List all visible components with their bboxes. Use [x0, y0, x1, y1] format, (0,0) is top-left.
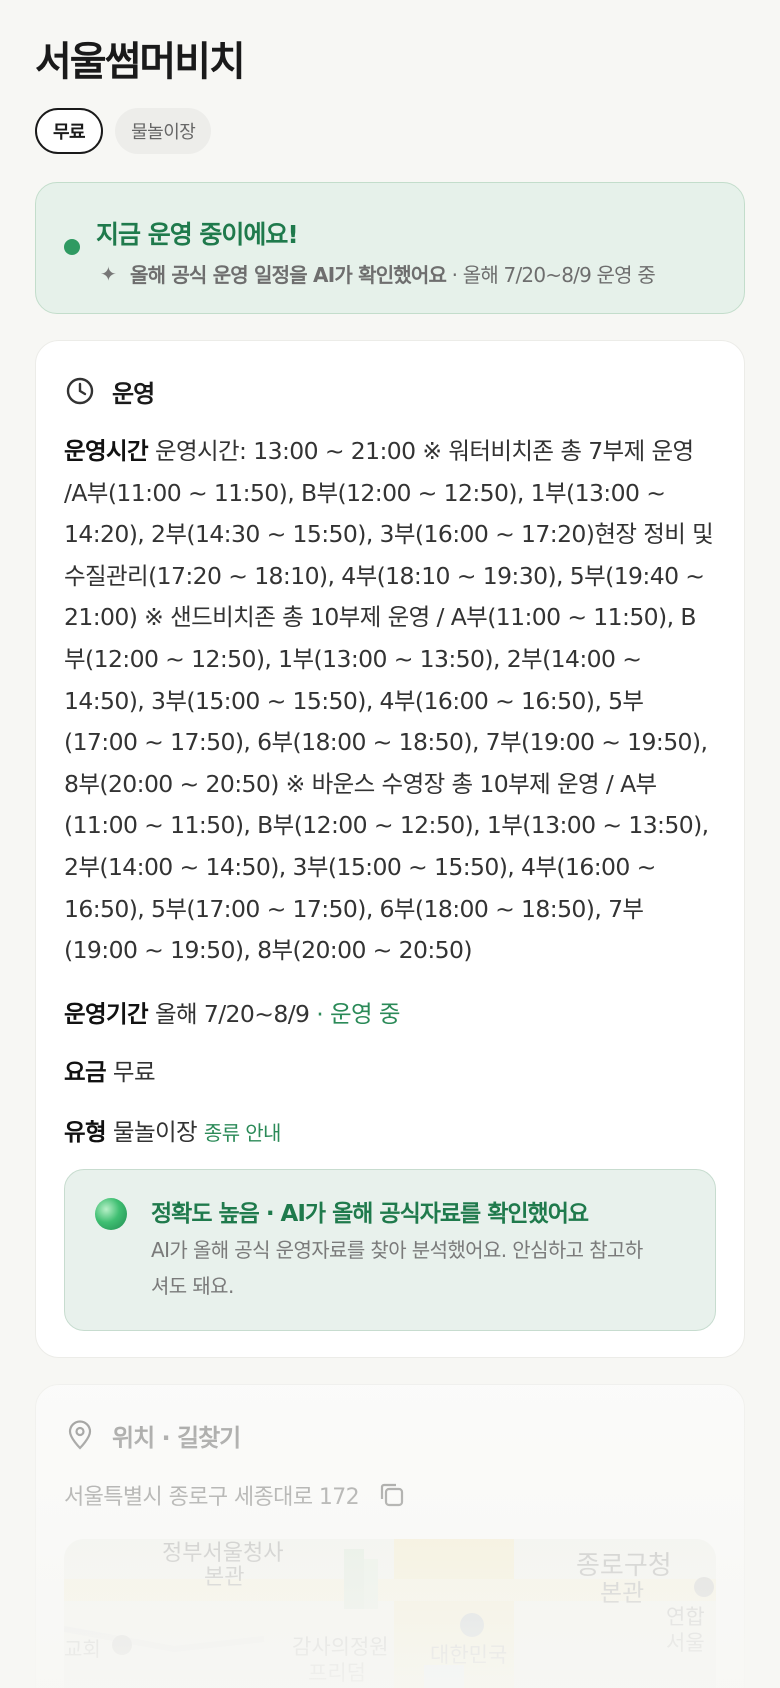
- map-label-jongno-main: 본관: [600, 1580, 645, 1607]
- map-label-freedom: 프리덤: [308, 1662, 366, 1685]
- map-label-gov-main: 본관: [204, 1564, 245, 1589]
- hours-text: 운영시간: 13:00 ~ 21:00 ※ 워터비치존 총 7부제 운영 /A부…: [64, 437, 714, 965]
- map-preview[interactable]: 정부서울청사 본관 종로구청 본관 연합 서울 교회 감사의정원 프리덤 대한민…: [64, 1539, 716, 1688]
- operation-header: 운영: [64, 369, 716, 413]
- tag-chips: 무료 물놀이장: [35, 108, 745, 154]
- sparkle-icon: ✦: [100, 261, 117, 286]
- status-subtitle: ✦ 올해 공식 운영 일정을 AI가 확인했어요 · 올해 7/20~8/9 운…: [100, 259, 724, 288]
- address-row: 서울특별시 종로구 세종대로 172: [64, 1479, 716, 1511]
- status-card: 지금 운영 중이에요! ✦ 올해 공식 운영 일정을 AI가 확인했어요 · 올…: [35, 182, 745, 314]
- type-guide-link[interactable]: 종류 안내: [204, 1121, 282, 1145]
- period-value: 올해 7/20~8/9: [154, 999, 310, 1028]
- chip-free[interactable]: 무료: [35, 108, 104, 154]
- period-label: 운영기간: [64, 999, 149, 1028]
- map-label-korea: 대한민국: [430, 1644, 508, 1667]
- location-header: 위치 · 길찾기: [64, 1413, 716, 1457]
- map-label-seoul: 서울: [666, 1632, 705, 1655]
- type-value: 물놀이장: [112, 1117, 198, 1146]
- location-heading: 위치 · 길찾기: [112, 1423, 241, 1452]
- fee-row: 요금 무료: [64, 1042, 716, 1102]
- location-card: 위치 · 길찾기 서울특별시 종로구 세종대로 172 정부서울청사 본관 종로…: [35, 1384, 745, 1688]
- map-label-church: 교회: [64, 1639, 101, 1661]
- clock-icon: [66, 377, 94, 405]
- status-ai-note: 올해 공식 운영 일정을 AI가 확인했어요: [129, 263, 447, 287]
- status-period-note: · 올해 7/20~8/9 운영 중: [451, 263, 656, 287]
- accuracy-box: 정확도 높음 · AI가 올해 공식자료를 확인했어요 AI가 올해 공식 운영…: [64, 1169, 716, 1331]
- operation-card: 운영 운영시간 운영시간: 13:00 ~ 21:00 ※ 워터비치존 총 7부…: [35, 340, 745, 1358]
- operation-period-row: 운영기간 올해 7/20~8/9 · 운영 중: [64, 986, 716, 1042]
- accuracy-title: 정확도 높음 · AI가 올해 공식자료를 확인했어요: [151, 1201, 589, 1227]
- accuracy-description: AI가 올해 공식 운영자료를 찾아 분석했어요. 안심하고 참고하셔도 돼요.: [151, 1238, 643, 1298]
- operation-hours: 운영시간 운영시간: 13:00 ~ 21:00 ※ 워터비치존 총 7부제 운…: [64, 431, 716, 972]
- operation-heading: 운영: [112, 379, 155, 408]
- copy-icon[interactable]: [377, 1480, 407, 1510]
- location-pin-icon: [68, 1420, 92, 1450]
- period-status: · 운영 중: [316, 999, 400, 1028]
- chip-water-play[interactable]: 물놀이장: [115, 108, 212, 154]
- hours-label: 운영시간: [64, 437, 149, 465]
- page: 서울썸머비치 무료 물놀이장 지금 운영 중이에요! ✦ 올해 공식 운영 일정…: [0, 0, 780, 1688]
- ai-orb-icon: [95, 1198, 127, 1230]
- type-label: 유형: [64, 1117, 107, 1146]
- status-dot-icon: [64, 239, 80, 255]
- fee-label: 요금: [64, 1057, 107, 1086]
- type-row: 유형 물놀이장 종류 안내: [64, 1102, 716, 1162]
- fee-value: 무료: [112, 1057, 156, 1086]
- address-text: 서울특별시 종로구 세종대로 172: [64, 1485, 360, 1510]
- page-title: 서울썸머비치: [35, 39, 246, 85]
- status-title: 지금 운영 중이에요!: [96, 220, 299, 249]
